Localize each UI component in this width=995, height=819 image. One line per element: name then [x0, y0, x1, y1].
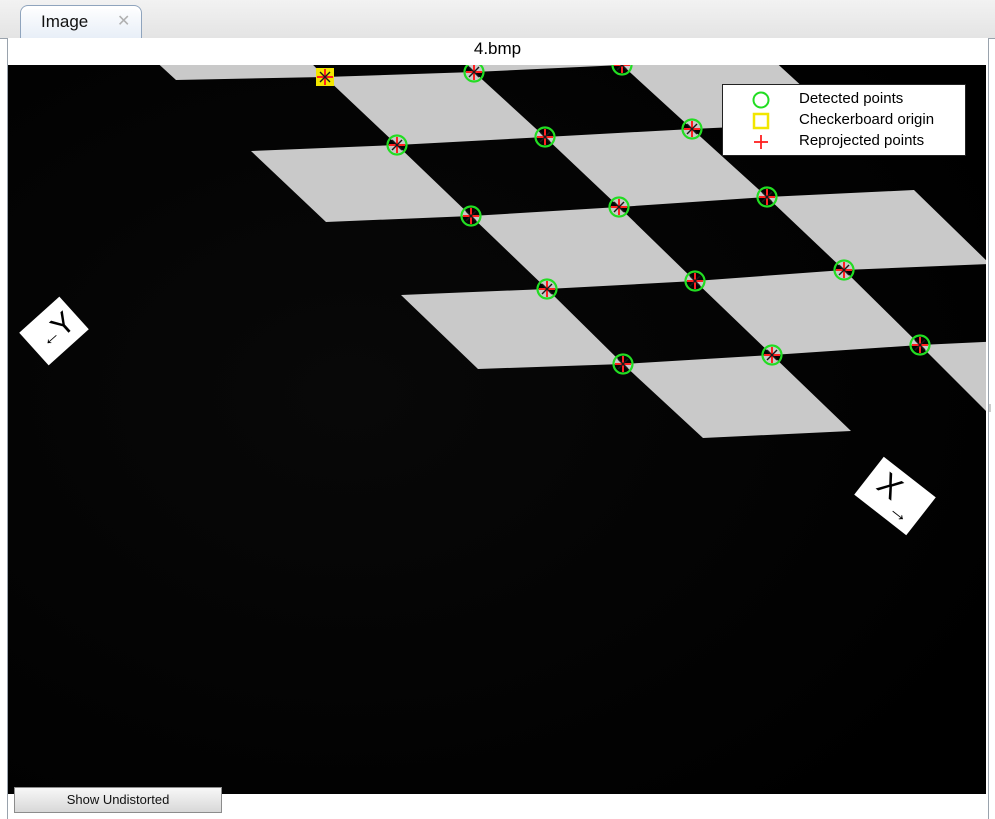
- detected-point: [386, 134, 408, 156]
- legend-row-origin: Checkerboard origin: [723, 110, 965, 131]
- square-marker-icon: [752, 112, 770, 130]
- detected-point: [761, 344, 783, 366]
- legend-label-detected: Detected points: [799, 90, 904, 107]
- detected-point: [534, 126, 556, 148]
- tab-label: Image: [41, 12, 89, 31]
- close-icon[interactable]: ✕: [117, 11, 130, 31]
- panel-resize-handle[interactable]: [989, 404, 991, 412]
- tab-strip: Image ✕: [0, 0, 995, 39]
- detected-point: [684, 270, 706, 292]
- detected-point: [608, 196, 630, 218]
- detected-point: [536, 278, 558, 300]
- detected-point: [681, 118, 703, 140]
- detected-point: [909, 334, 931, 356]
- detected-point: [612, 353, 634, 375]
- figure-title: 4.bmp: [473, 39, 522, 58]
- plus-marker-icon: [754, 135, 768, 149]
- tab-image[interactable]: Image ✕: [20, 5, 142, 39]
- circle-marker-icon: [752, 91, 770, 109]
- detected-point: [756, 186, 778, 208]
- legend-row-reprojected: Reprojected points: [723, 131, 965, 152]
- show-undistorted-button[interactable]: Show Undistorted: [14, 787, 222, 813]
- detected-point: [460, 205, 482, 227]
- detected-point: [833, 259, 855, 281]
- calibration-image: ← Y X →: [8, 0, 995, 794]
- legend-label-reprojected: Reprojected points: [799, 132, 925, 149]
- legend: Detected points Checkerboard origin Repr…: [722, 84, 966, 156]
- checkerboard-origin-point: [316, 68, 334, 86]
- legend-row-detected: Detected points: [723, 89, 965, 110]
- legend-label-origin: Checkerboard origin: [799, 111, 935, 128]
